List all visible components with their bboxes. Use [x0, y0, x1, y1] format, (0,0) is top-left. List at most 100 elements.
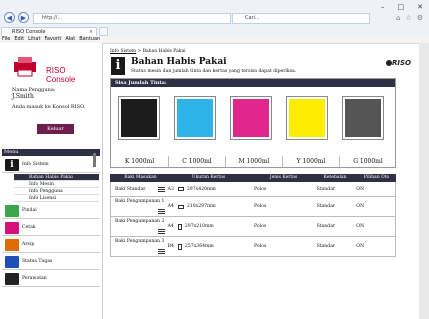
toolbar-icons: ⌂ ☆ ⚙	[396, 14, 423, 22]
portrait-paper-icon	[177, 223, 182, 230]
home-icon[interactable]: ⌂	[396, 14, 400, 22]
sidebar-item-status-tugas[interactable]: Status Tugas	[2, 254, 100, 270]
info-icon: i	[111, 57, 125, 75]
table-header: Baki Masukan Ukuran Kertas Jenis Kertas …	[110, 174, 396, 182]
paper-size: 210x297mm	[186, 204, 216, 209]
print-icon	[5, 221, 19, 234]
tab-close-icon[interactable]: ×	[89, 28, 93, 36]
tray-icon	[157, 208, 165, 214]
column-header: Jenis Kertas	[269, 175, 298, 180]
brand-text: RISO	[392, 59, 411, 67]
ink-cartridge	[342, 96, 384, 140]
menu-help[interactable]: Bantuan	[79, 36, 100, 43]
paper-type: Polos	[254, 244, 267, 249]
paper-thickness: Standar	[316, 204, 336, 209]
paper-thickness: Standar	[316, 224, 336, 229]
ink-cartridge	[230, 96, 272, 140]
scan-icon	[5, 204, 19, 217]
sidebar-item-perawatan[interactable]: Perawatan	[2, 271, 100, 287]
paper-size: 297x420mm	[186, 186, 216, 192]
riso-console-logo: RISO Console	[10, 48, 97, 84]
sidebar-item-cetak[interactable]: Cetak	[2, 220, 100, 236]
table-row: Baki Pengumpanan 1 A4 210x297mm Polos Sta…	[110, 197, 396, 217]
maintenance-icon	[5, 272, 19, 285]
address-bar[interactable]: http://...	[33, 13, 231, 24]
sidebar-item-arsip[interactable]: Arsip	[2, 237, 100, 253]
sidebar-item-pindai[interactable]: Pindai	[2, 203, 100, 219]
ink-level-m	[233, 99, 269, 137]
gear-icon[interactable]: ⚙	[417, 14, 423, 22]
sidebar-subitem-info-mesin[interactable]: Info Mesin	[14, 181, 99, 188]
column-header: Ukuran Kertas	[191, 175, 226, 180]
paper-type: Polos	[254, 186, 267, 192]
sidebar-subitem-bahan-habis-pakai[interactable]: Bahan Habis Pakai	[14, 174, 99, 181]
star-icon[interactable]: ☆	[405, 14, 411, 22]
ink-label: M 1000ml	[225, 156, 282, 167]
sidebar-item-label: Perawatan	[22, 276, 47, 281]
ink-level-y	[289, 99, 325, 137]
close-button[interactable]: ✕	[417, 3, 423, 11]
size-code: A4	[167, 224, 174, 229]
size-code: A3	[167, 186, 174, 192]
forward-button[interactable]: ▶	[18, 12, 29, 23]
auto-select: ON	[356, 204, 365, 209]
tab-title: RISO Console	[12, 29, 46, 35]
new-tab-button[interactable]	[99, 27, 108, 36]
column-header: Ketebalan	[323, 175, 347, 180]
portrait-paper-icon	[177, 243, 182, 250]
menu-file[interactable]: File	[2, 36, 10, 43]
ink-level-g	[345, 99, 381, 137]
sidebar-item-label: Info Sistem	[22, 162, 49, 167]
tray-icon	[157, 248, 165, 254]
search-box[interactable]: Cari...	[232, 13, 370, 24]
ink-panel: Sisa Jumlah Tinta: K 1000ml C 1000ml M 1…	[110, 78, 396, 168]
ink-cartridge	[118, 96, 160, 140]
tray-name: Baki Pengumpanan 3	[115, 238, 165, 244]
paper-type: Polos	[254, 204, 267, 209]
maximize-button[interactable]: □	[398, 3, 405, 11]
menu-edit[interactable]: Edit	[14, 36, 24, 43]
column-header: Pilihan Oto	[363, 175, 390, 180]
browser-tab[interactable]: RISO Console ×	[1, 27, 97, 36]
ink-label: K 1000ml	[124, 158, 155, 165]
breadcrumb-current: > Bahan Habis Pakai	[136, 49, 186, 54]
browser-window: – □ ✕ ◀ ▶ http://... Cari... ⌂ ☆ ⚙ RISO …	[0, 0, 429, 319]
ink-cartridge	[174, 96, 216, 140]
page-title: Bahan Habis Pakai	[131, 57, 227, 67]
sidebar-subitem-info-pengguna[interactable]: Info Pengguna	[14, 188, 99, 195]
auto-select: ON	[356, 244, 365, 249]
ink-label: C 1000ml	[168, 156, 225, 167]
logout-button[interactable]: Keluar	[37, 124, 74, 134]
back-button[interactable]: ◀	[4, 12, 15, 23]
user-name: J.Smith	[12, 93, 34, 100]
page-scrollbar[interactable]	[419, 43, 429, 319]
table-row: Baki Standar A3 297x420mm Polos Standar O…	[110, 182, 396, 197]
page-description: Status mesin dan jumlah tinta dan kertas…	[131, 69, 297, 74]
ink-level-k	[121, 99, 157, 137]
ink-cartridge	[286, 96, 328, 140]
menu-tools[interactable]: Alat	[65, 36, 75, 43]
table-row: Baki Pengumpanan 3 B4 257x364mm Polos Sta…	[110, 237, 396, 257]
tray-icon	[157, 228, 165, 234]
sidebar-scroll-indicator[interactable]	[93, 153, 96, 167]
paper-type: Polos	[254, 224, 267, 229]
table-row: Baki Pengumpanan 2 A4 297x210mm Polos Sta…	[110, 217, 396, 237]
job-status-icon	[5, 255, 19, 268]
size-code: A4	[167, 204, 174, 209]
sidebar-subitem-info-lisensi[interactable]: Info Lisensi	[14, 195, 99, 202]
window-controls: – □ ✕	[381, 3, 423, 11]
menu-view[interactable]: Lihat	[28, 36, 40, 43]
sidebar: RISO Console Nama Pengguna: J.Smith Anda…	[0, 43, 103, 319]
menu-favorites[interactable]: Favorit	[44, 36, 61, 43]
minimize-button[interactable]: –	[381, 3, 385, 11]
breadcrumb-link[interactable]: Info Sistem	[110, 49, 136, 54]
browser-menubar: File Edit Lihat Favorit Alat Bantuan	[0, 36, 429, 43]
login-status: Anda masuk ke Konsol RISO.	[12, 104, 86, 110]
tray-name: Baki Pengumpanan 1	[115, 198, 165, 204]
paper-size: 257x364mm	[184, 244, 214, 249]
ink-label: G 1000ml	[339, 156, 396, 167]
sidebar-item-info-sistem[interactable]: i Info Sistem	[2, 157, 100, 173]
info-icon: i	[5, 158, 19, 171]
size-code: B4	[167, 244, 174, 249]
printer-logo-icon	[14, 57, 36, 77]
